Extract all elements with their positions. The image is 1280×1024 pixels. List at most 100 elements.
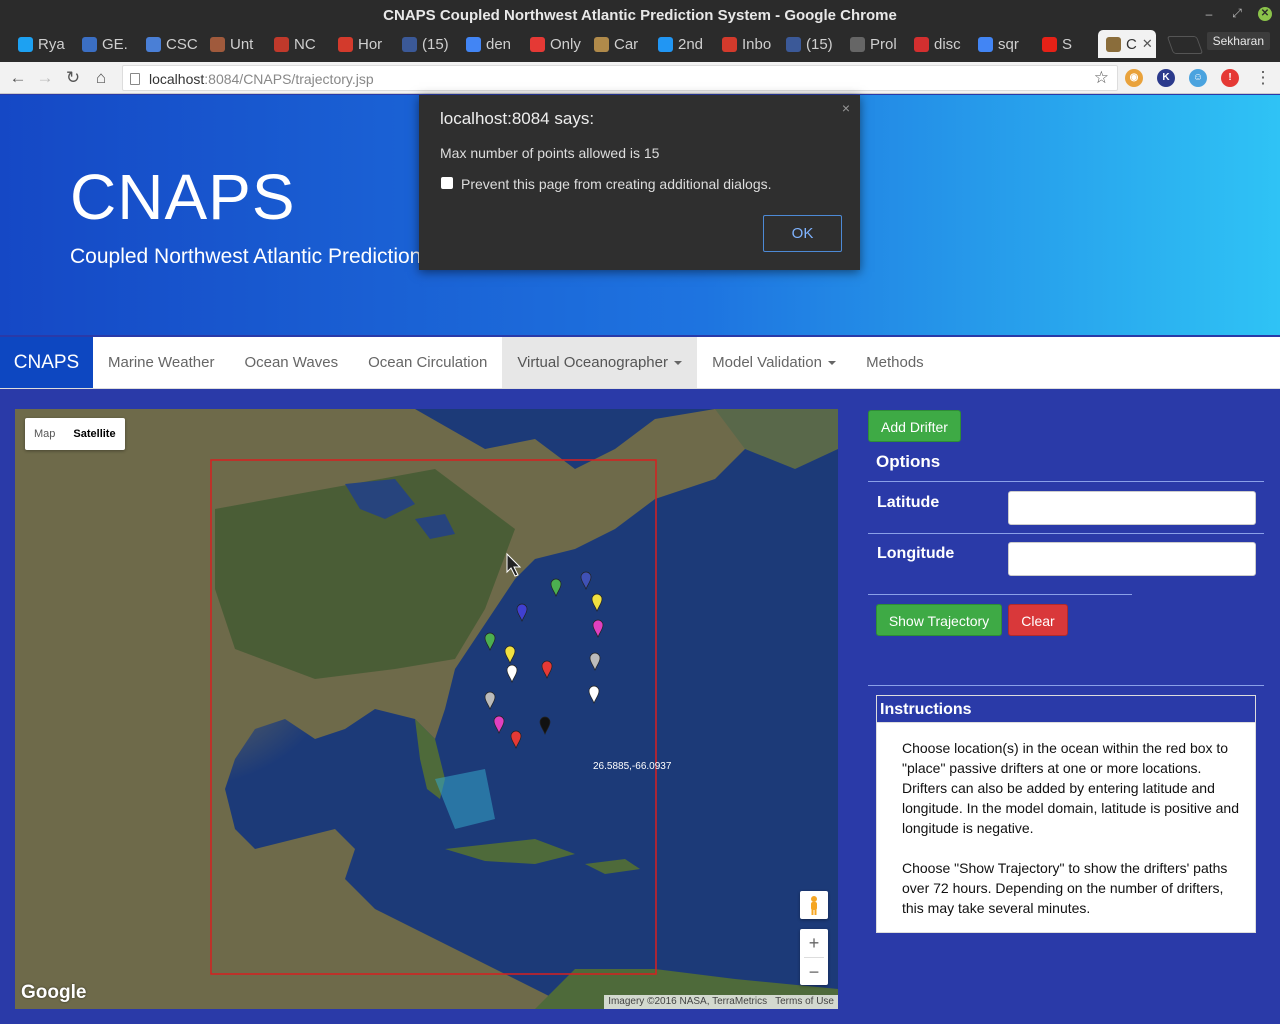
- browser-tab[interactable]: 2nd: [650, 30, 714, 58]
- browser-tab[interactable]: Hor: [330, 30, 394, 58]
- drifter-marker-icon[interactable]: [493, 715, 505, 734]
- browser-tab[interactable]: S: [1034, 30, 1098, 58]
- street-view-pegman-icon[interactable]: [800, 891, 828, 919]
- minimize-icon[interactable]: –: [1202, 7, 1216, 21]
- gear-icon: [914, 36, 929, 52]
- nav-model-validation[interactable]: Model Validation: [697, 337, 851, 388]
- browser-tab[interactable]: Unt: [202, 30, 266, 58]
- tab-label: Unt: [230, 35, 254, 53]
- nav-ocean-circulation[interactable]: Ocean Circulation: [353, 337, 502, 388]
- instructions-body: Choose location(s) in the ocean within t…: [877, 723, 1255, 918]
- add-drifter-button[interactable]: Add Drifter: [868, 410, 961, 442]
- drifter-marker-icon[interactable]: [541, 660, 553, 679]
- drifter-marker-icon[interactable]: [550, 578, 562, 597]
- back-icon[interactable]: ←: [7, 67, 29, 89]
- drifter-marker-icon[interactable]: [504, 645, 516, 664]
- extension-k-icon[interactable]: K: [1157, 69, 1175, 87]
- maximize-icon[interactable]: ⤢: [1230, 6, 1244, 21]
- divider: [868, 685, 1264, 686]
- browser-tab[interactable]: C ✕: [1098, 30, 1156, 58]
- nav-model-validation-label: Model Validation: [712, 354, 822, 371]
- browser-tab[interactable]: disc: [906, 30, 970, 58]
- drifter-marker-icon[interactable]: [591, 593, 603, 612]
- zoom-out-button[interactable]: −: [800, 958, 828, 986]
- tab-label: Rya: [38, 35, 65, 53]
- tab-label: Inbo: [742, 35, 772, 53]
- terms-of-use-link[interactable]: Terms of Use: [775, 995, 834, 1009]
- browser-tab[interactable]: sqr: [970, 30, 1034, 58]
- extension-ghost-icon[interactable]: ☺: [1189, 69, 1207, 87]
- drifter-markers: [484, 571, 604, 749]
- new-tab-button[interactable]: [1166, 36, 1204, 54]
- youtube-icon: [1042, 36, 1057, 52]
- profile-button[interactable]: Sekharan: [1206, 32, 1270, 50]
- divider: [868, 533, 1264, 534]
- home-icon[interactable]: ⌂: [90, 67, 112, 89]
- options-heading: Options: [876, 452, 941, 471]
- nav-ocean-waves[interactable]: Ocean Waves: [229, 337, 353, 388]
- drifter-marker-icon[interactable]: [580, 571, 592, 590]
- drifter-marker-icon[interactable]: [588, 685, 600, 704]
- extension-owl-icon[interactable]: ◉: [1125, 69, 1143, 87]
- browser-tab[interactable]: CSC: [138, 30, 202, 58]
- prevent-dialogs-checkbox[interactable]: [441, 177, 453, 189]
- browser-tab[interactable]: (15): [778, 30, 842, 58]
- drifter-marker-icon[interactable]: [516, 603, 528, 622]
- p-icon: [146, 36, 161, 52]
- address-host: localhost: [149, 71, 205, 87]
- longitude-input[interactable]: [1008, 542, 1256, 576]
- latitude-input[interactable]: [1008, 491, 1256, 525]
- map-mode-button[interactable]: Map: [25, 418, 64, 450]
- face-icon: [210, 36, 225, 52]
- extension-adblock-icon[interactable]: !: [1221, 69, 1239, 87]
- browser-tab[interactable]: den: [458, 30, 522, 58]
- close-window-icon[interactable]: ✕: [1258, 6, 1272, 21]
- tab-close-icon[interactable]: ✕: [1142, 36, 1153, 52]
- browser-tab[interactable]: Only: [522, 30, 586, 58]
- browser-tab[interactable]: Prol: [842, 30, 906, 58]
- gmail-icon: [722, 36, 737, 52]
- drifter-marker-icon[interactable]: [592, 619, 604, 638]
- drifter-marker-icon[interactable]: [506, 664, 518, 683]
- drifter-marker-icon[interactable]: [589, 652, 601, 671]
- chart-icon: [530, 36, 545, 52]
- google-icon: [466, 36, 481, 52]
- browser-tab[interactable]: (15): [394, 30, 458, 58]
- instructions-paragraph: Choose "Show Trajectory" to show the dri…: [902, 860, 1228, 916]
- tab-label: S: [1062, 35, 1073, 53]
- prevent-dialogs-label[interactable]: Prevent this page from creating addition…: [461, 176, 772, 192]
- address-bar[interactable]: localhost:8084/CNAPS/trajectory.jsp ☆: [122, 65, 1118, 91]
- address-url[interactable]: localhost:8084/CNAPS/trajectory.jsp: [149, 71, 374, 87]
- browser-tab[interactable]: Car: [586, 30, 650, 58]
- nav-marine-weather[interactable]: Marine Weather: [93, 337, 229, 388]
- browser-tab[interactable]: Rya: [10, 30, 74, 58]
- dialog-close-icon[interactable]: ×: [842, 100, 850, 116]
- drifter-marker-icon[interactable]: [510, 730, 522, 749]
- tab-label: (15): [422, 35, 449, 53]
- reload-icon[interactable]: ↻: [62, 67, 84, 89]
- menu-icon[interactable]: ⋮: [1252, 67, 1274, 89]
- browser-tab[interactable]: NC: [266, 30, 330, 58]
- instructions-heading: Instructions: [877, 696, 1255, 723]
- bookmark-star-icon[interactable]: ☆: [1094, 68, 1109, 88]
- drifter-marker-icon[interactable]: [484, 691, 496, 710]
- twitter-icon: [18, 36, 33, 52]
- longitude-label: Longitude: [877, 545, 955, 562]
- forward-icon[interactable]: →: [34, 67, 56, 89]
- clear-button[interactable]: Clear: [1008, 604, 1068, 636]
- zoom-in-button[interactable]: +: [800, 929, 828, 957]
- dialog-ok-button[interactable]: OK: [763, 215, 842, 252]
- browser-tab[interactable]: Inbo: [714, 30, 778, 58]
- satellite-map[interactable]: Map Satellite 26.5885,-66.0937 + − Googl…: [15, 409, 838, 1009]
- ge-icon: [82, 36, 97, 52]
- nav-methods[interactable]: Methods: [851, 337, 939, 388]
- nav-virtual-oceanographer[interactable]: Virtual Oceanographer: [502, 337, 698, 388]
- satellite-mode-button[interactable]: Satellite: [64, 418, 124, 450]
- imagery-credit: Imagery ©2016 NASA, TerraMetrics: [608, 996, 768, 1007]
- drifter-marker-icon[interactable]: [484, 632, 496, 651]
- navbar-brand[interactable]: CNAPS: [0, 337, 93, 388]
- drifter-marker-icon[interactable]: [539, 716, 551, 735]
- browser-tab[interactable]: GE.: [74, 30, 138, 58]
- tab-label: GE.: [102, 35, 128, 53]
- show-trajectory-button[interactable]: Show Trajectory: [876, 604, 1002, 636]
